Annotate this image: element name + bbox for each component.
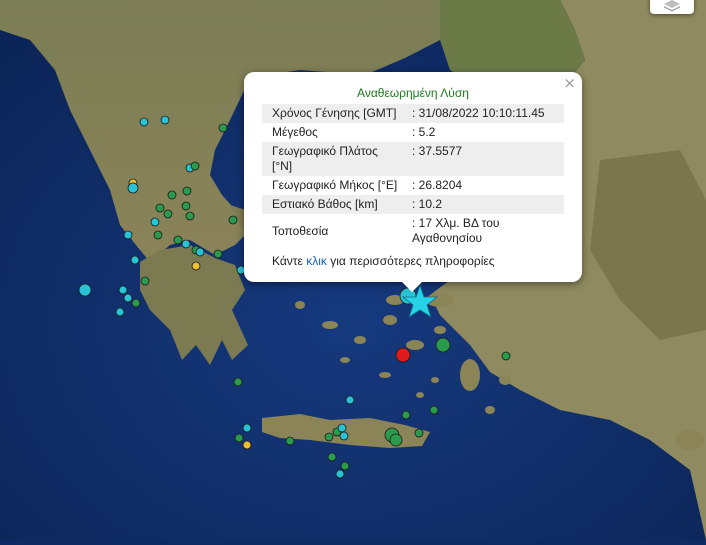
eq-marker [233,377,243,387]
event-info-table: Χρόνος Γένησης [GMT] : 31/08/2022 10:10:… [262,104,564,248]
eq-marker [285,436,295,446]
close-icon[interactable]: × [563,75,576,91]
eq-marker [324,432,334,442]
eq-marker [339,431,349,441]
eq-marker [131,298,141,308]
table-row: Τοποθεσία : 17 Χλμ. ΒΔ του Αγαθονησίου [262,214,564,248]
table-row: Εστιακό Βάθος [km] : 10.2 [262,195,564,214]
eq-marker [181,201,191,211]
eq-marker [182,186,192,196]
field-label: Γεωγραφικό Μήκος [°E] [272,178,398,192]
eq-marker [181,239,191,249]
eq-marker [340,461,350,471]
layers-icon [664,0,680,12]
eq-marker [163,209,173,219]
table-row: Γεωγραφικό Μήκος [°E] : 26.8204 [262,176,564,195]
eq-marker [337,423,347,433]
eq-marker [115,307,125,317]
eq-marker [395,347,411,363]
eq-marker [401,410,411,420]
eq-marker [190,161,200,171]
eq-marker [185,211,195,221]
field-value: : 17 Χλμ. ΒΔ του Αγαθονησίου [412,216,500,245]
eq-marker [140,276,150,286]
eq-marker [213,249,223,259]
more-prefix: Κάντε [272,254,307,268]
table-row: Γεωγραφικό Πλάτος [°N] : 37.5577 [262,142,564,176]
eq-marker [167,190,177,200]
table-row: Χρόνος Γένησης [GMT] : 31/08/2022 10:10:… [262,104,564,123]
eq-marker [195,247,205,257]
eq-marker [153,230,163,240]
eq-marker [429,405,439,415]
eq-marker [173,235,183,245]
eq-marker [150,217,160,227]
eq-marker [228,215,238,225]
field-label: Εστιακό Βάθος [km] [262,195,402,214]
event-popup: × Αναθεωρημένη Λύση Χρόνος Γένησης [GMT]… [244,72,582,292]
field-label: Χρόνος Γένησης [GMT] [262,104,402,123]
table-row: Μέγεθος : 5.2 [262,123,564,142]
field-label: Μέγεθος [272,125,318,139]
popup-title: Αναθεωρημένη Λύση [357,86,469,100]
field-label: Γεωγραφικό Πλάτος [°N] [262,142,402,176]
field-value: : 37.5577 [402,142,564,176]
eq-marker [127,182,139,194]
field-label: Τοποθεσία [272,223,329,238]
field-value: : 26.8204 [412,178,463,192]
eq-marker [123,293,133,303]
field-value: : 5.2 [412,125,436,139]
eq-marker [335,469,345,479]
eq-marker [218,123,228,133]
eq-marker [155,203,165,213]
eq-marker [414,428,424,438]
eq-marker [191,261,201,271]
eq-marker [345,395,355,405]
eq-marker [435,337,451,353]
more-suffix: για περισσότερες πληροφορίες [326,254,495,268]
eq-marker [242,423,252,433]
eq-marker [327,452,337,462]
eq-marker [118,285,128,295]
eq-marker [78,283,92,297]
eq-marker [389,433,403,447]
eq-marker [234,433,244,443]
eq-marker [130,255,140,265]
more-info-link[interactable]: κλικ [306,254,327,268]
eq-marker [160,115,170,125]
eq-marker [139,117,149,127]
eq-marker [123,230,133,240]
eq-marker [242,440,252,450]
more-info-text: Κάντε κλικ για περισσότερες πληροφορίες [272,254,495,268]
field-value: : 31/08/2022 10:10:11.45 [402,104,564,123]
eq-marker [501,351,511,361]
layers-button[interactable] [650,0,694,14]
field-value: : 10.2 [402,195,564,214]
